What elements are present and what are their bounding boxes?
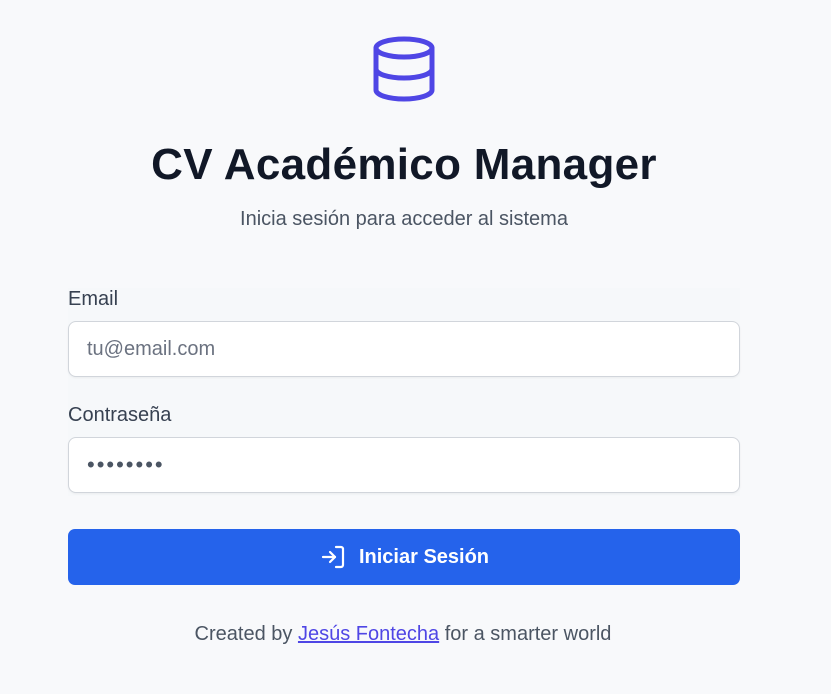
footer-prefix: Created by — [194, 623, 293, 645]
password-label: Contraseña — [68, 404, 172, 426]
database-icon — [372, 36, 436, 102]
footer-suffix: for a smarter world — [444, 623, 612, 645]
email-label: Email — [68, 288, 119, 310]
login-button-label: Iniciar Sesión — [358, 545, 490, 568]
author-link[interactable]: Jesús Fontecha — [298, 623, 439, 645]
page-subtitle: Inicia sesión para acceder al sistema — [240, 208, 568, 230]
footer: Created by Jesús Fontecha for a smarter … — [0, 623, 806, 646]
page-title: CV Académico Manager — [151, 140, 657, 189]
email-field[interactable] — [68, 321, 740, 377]
login-icon — [319, 543, 347, 571]
password-field[interactable] — [68, 437, 740, 493]
login-button[interactable]: Iniciar Sesión — [68, 529, 740, 585]
